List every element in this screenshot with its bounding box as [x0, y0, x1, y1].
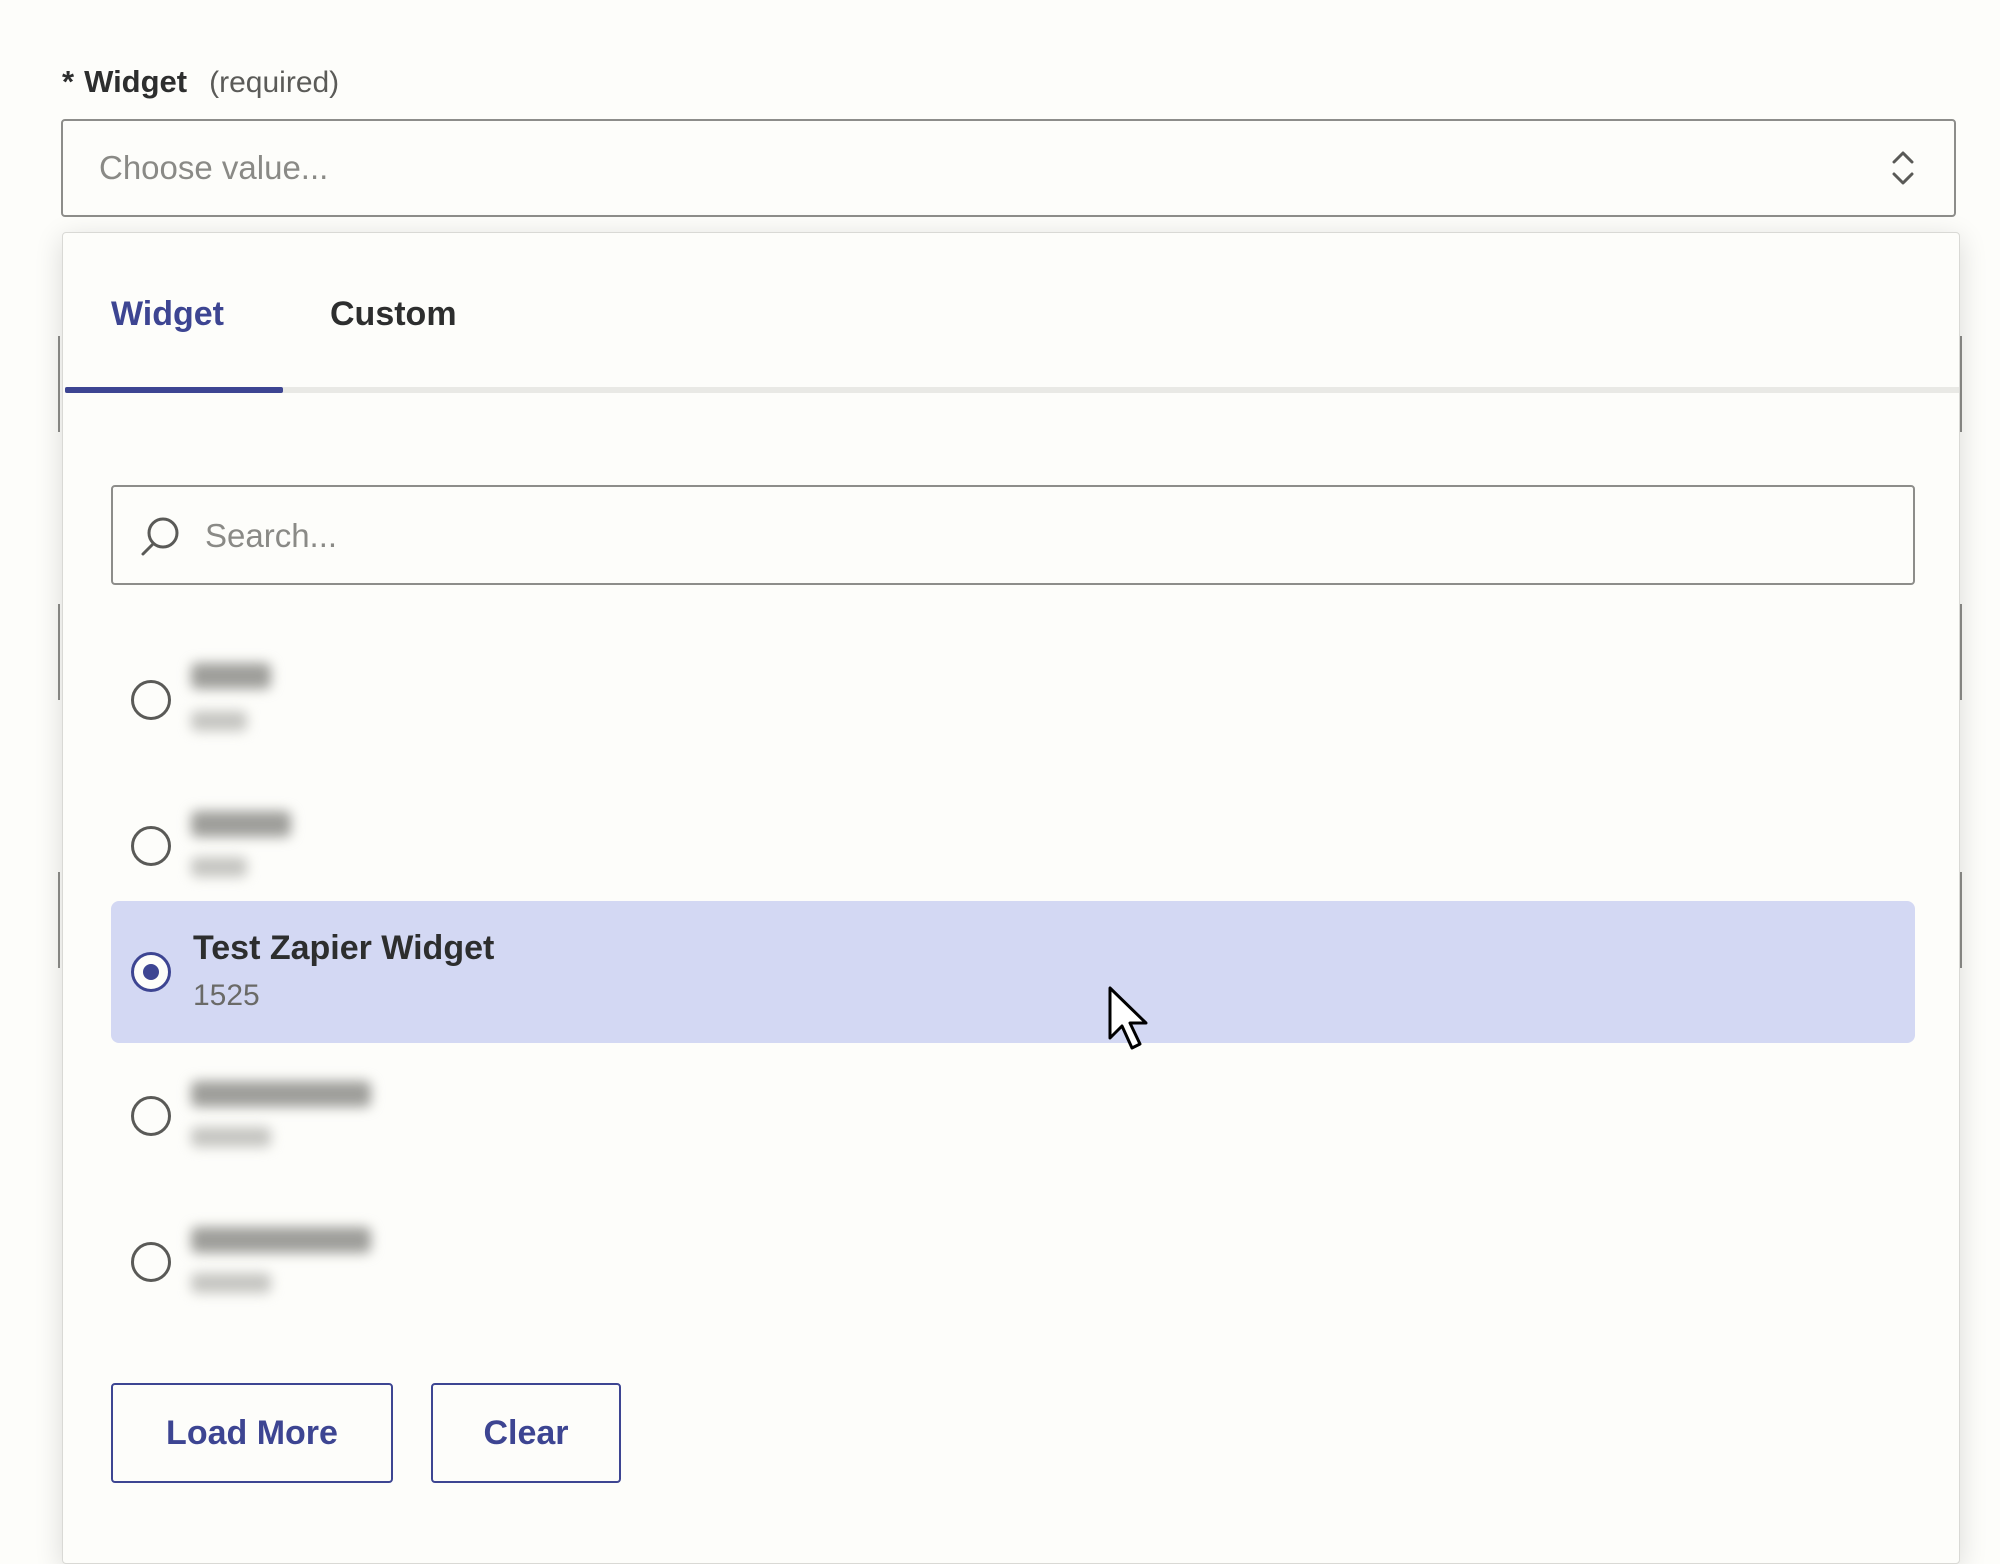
radio-button[interactable] — [131, 1096, 171, 1136]
chevron-up-down-icon — [1892, 151, 1914, 185]
required-hint: (required) — [209, 66, 340, 99]
radio-button[interactable] — [131, 826, 171, 866]
field-label: * Widget (required) — [62, 62, 339, 103]
blurred-subtitle — [191, 1273, 271, 1293]
tab-widget[interactable]: Widget — [111, 295, 224, 334]
blurred-subtitle — [191, 1127, 271, 1147]
list-item[interactable] — [111, 775, 1915, 917]
tab-bar: Widget Custom — [63, 233, 1959, 397]
blurred-subtitle — [191, 857, 247, 877]
option-subtitle: 1525 — [193, 979, 260, 1012]
blurred-title — [191, 1081, 371, 1107]
tab-custom[interactable]: Custom — [330, 295, 457, 334]
dropdown-panel: Widget Custom Test Zapier Widget 1525 — [62, 232, 1960, 1564]
list-item[interactable] — [111, 629, 1915, 771]
clear-button[interactable]: Clear — [431, 1383, 621, 1483]
blurred-subtitle — [191, 711, 247, 731]
list-item[interactable] — [111, 1191, 1915, 1301]
search-box[interactable] — [111, 485, 1915, 585]
blurred-title — [191, 1227, 371, 1253]
option-title: Test Zapier Widget — [193, 929, 495, 967]
widget-select[interactable]: Choose value... — [61, 119, 1956, 217]
field-label-text: Widget — [84, 64, 188, 99]
mouse-cursor-icon — [1108, 986, 1148, 1050]
search-input[interactable] — [203, 505, 1887, 567]
tab-active-indicator — [65, 387, 283, 393]
radio-button[interactable] — [131, 1242, 171, 1282]
radio-button[interactable] — [131, 680, 171, 720]
select-placeholder: Choose value... — [99, 149, 329, 186]
load-more-button[interactable]: Load More — [111, 1383, 393, 1483]
blurred-title — [191, 811, 291, 837]
blurred-title — [191, 663, 271, 689]
search-icon — [141, 517, 179, 556]
list-item-selected[interactable]: Test Zapier Widget 1525 — [111, 901, 1915, 1043]
required-marker: * — [62, 64, 75, 99]
tab-track — [65, 387, 1959, 393]
radio-button-checked[interactable] — [131, 952, 171, 992]
list-item[interactable] — [111, 1045, 1915, 1187]
